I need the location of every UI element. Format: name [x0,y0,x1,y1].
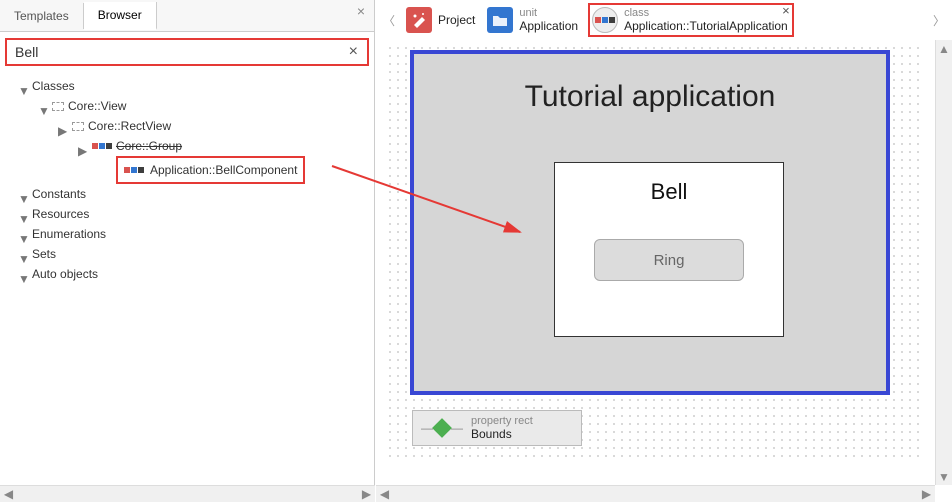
tree-resources[interactable]: ▼ Resources [18,204,374,224]
tree-label: Enumerations [32,224,106,244]
expander-icon[interactable]: ▼ [18,269,28,279]
crumb-label: Application [519,20,578,33]
tree-label: Constants [32,184,86,204]
expander-icon[interactable]: ▼ [18,189,28,199]
crumb-class[interactable]: class Application::TutorialApplication × [588,3,794,37]
search-row: × [5,38,369,66]
tree-label: Core::Group [116,136,182,156]
tree-core-rectview[interactable]: ▶ Core::RectView [58,116,374,136]
search-input[interactable] [13,43,346,61]
tree-label: Classes [32,76,75,96]
bell-label: Bell [651,179,688,205]
scroll-left-icon[interactable]: ◀ [376,486,393,503]
tree-label: Core::RectView [88,116,171,136]
left-h-scrollbar[interactable]: ◀ ▶ [0,485,375,502]
tree-constants[interactable]: ▼ Constants [18,184,374,204]
scroll-right-icon[interactable]: ▶ [918,486,935,503]
tree-core-group[interactable]: ▶ Core::Group [78,136,374,156]
folder-icon [487,7,513,33]
scroll-track[interactable] [393,489,918,499]
tree-classes[interactable]: ▼ Classes [18,76,374,96]
tabs-row: Templates Browser [0,0,374,32]
close-icon[interactable]: × [782,3,790,18]
breadcrumb: 〈 Project unit Application class Applica… [376,0,952,40]
expander-icon[interactable]: ▼ [18,81,28,91]
tab-browser[interactable]: Browser [84,2,157,30]
tree-core-view[interactable]: ▼ Core::View [38,96,374,116]
bell-component[interactable]: Bell Ring [554,162,784,337]
canvas-title: Tutorial application [414,80,886,114]
clear-search-icon[interactable]: × [346,43,361,61]
nav-back-icon[interactable]: 〈 [376,7,402,33]
tree-label: Application::BellComponent [150,160,297,180]
right-h-scrollbar[interactable]: ◀ ▶ [376,485,935,502]
expander-icon[interactable]: ▼ [18,209,28,219]
left-panel: × Templates Browser × ▼ Classes ▼ Core::… [0,0,375,502]
class-icon [52,102,64,111]
tree-sets[interactable]: ▼ Sets [18,244,374,264]
scroll-up-icon[interactable]: ▲ [936,40,952,57]
application-frame[interactable]: Tutorial application Bell Ring [410,50,890,395]
tree-enumerations[interactable]: ▼ Enumerations [18,224,374,244]
tree-label: Core::View [68,96,126,116]
crumb-label: Project [438,14,475,27]
crumb-label: Application::TutorialApplication [624,20,788,33]
component-icon [124,167,144,173]
class-icon [592,7,618,33]
expander-spacer [98,165,108,175]
expander-icon[interactable]: ▶ [78,141,88,151]
nav-forward-icon[interactable]: 〉 [926,7,952,33]
scroll-down-icon[interactable]: ▼ [936,468,952,485]
diamond-icon [432,418,452,438]
tree-label: Resources [32,204,89,224]
expander-icon[interactable]: ▼ [38,101,48,111]
right-v-scrollbar[interactable]: ▲ ▼ [935,40,952,485]
canvas-area[interactable]: Tutorial application Bell Ring — — prope… [386,44,922,462]
project-icon [406,7,432,33]
ring-button[interactable]: Ring [594,239,744,281]
scroll-track[interactable] [17,489,358,499]
right-panel: 〈 Project unit Application class Applica… [376,0,952,502]
tab-templates[interactable]: Templates [0,3,84,29]
scroll-right-icon[interactable]: ▶ [358,486,375,503]
expander-icon[interactable]: ▶ [58,121,68,131]
tree-bell-component[interactable]: Application::BellComponent [98,156,374,184]
expander-icon[interactable]: ▼ [18,229,28,239]
expander-icon[interactable]: ▼ [18,249,28,259]
tree-label: Auto objects [32,264,98,284]
crumb-unit[interactable]: unit Application [485,5,586,35]
crumb-project[interactable]: Project [404,5,483,35]
tree-auto-objects[interactable]: ▼ Auto objects [18,264,374,284]
scroll-left-icon[interactable]: ◀ [0,486,17,503]
class-icon [72,122,84,131]
highlight-frame: Application::BellComponent [116,156,305,184]
bounds-property[interactable]: — — property rect Bounds [412,410,582,446]
panel-close-icon[interactable]: × [353,3,369,19]
group-icon [92,143,112,149]
bounds-label: Bounds [471,428,533,441]
tree: ▼ Classes ▼ Core::View ▶ Core::RectView … [0,72,374,284]
tree-label: Sets [32,244,56,264]
